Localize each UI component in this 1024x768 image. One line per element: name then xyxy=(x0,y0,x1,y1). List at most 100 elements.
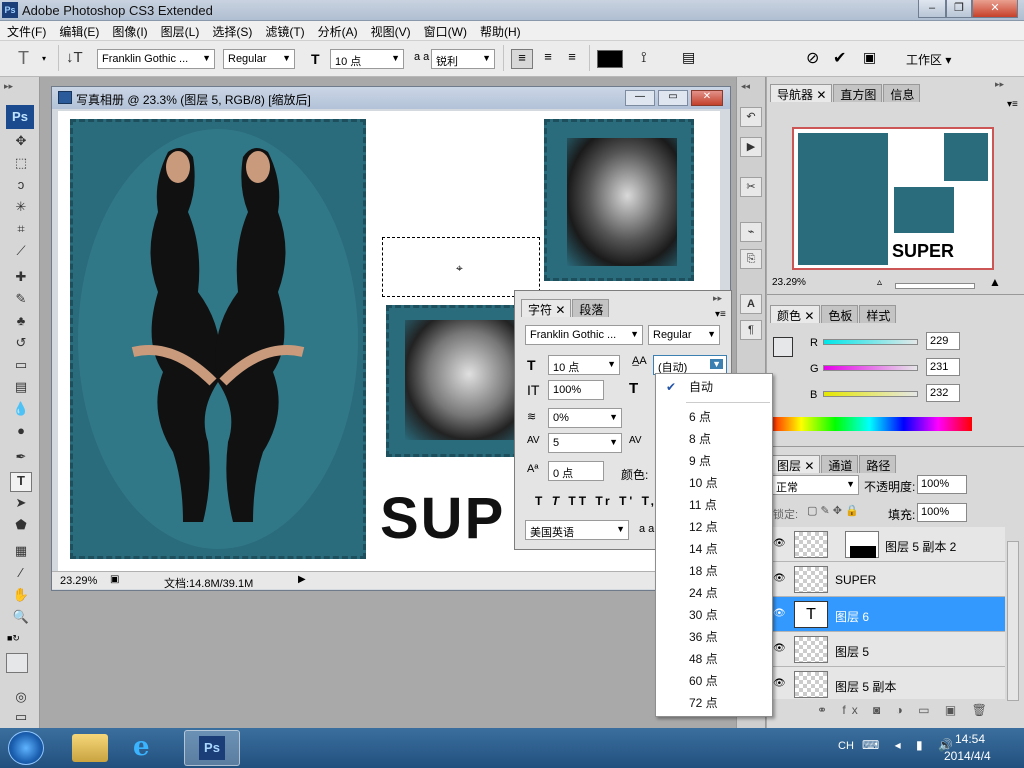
zoom-tool-icon[interactable]: 🔍 xyxy=(10,609,32,629)
tab-info[interactable]: 信息 xyxy=(883,84,921,102)
menu-item-size[interactable]: 12 点 xyxy=(656,516,772,538)
character-panel-icon[interactable]: A xyxy=(740,294,762,314)
blur-tool-icon[interactable]: 💧 xyxy=(10,401,32,421)
align-center-icon[interactable]: ≡ xyxy=(537,49,559,69)
default-colors-icon[interactable]: ■↻ xyxy=(7,633,20,644)
foreground-color-swatch[interactable] xyxy=(6,653,28,673)
char-font-style-select[interactable]: Regular ▼ xyxy=(648,325,720,345)
actions-panel-icon[interactable]: ▶ xyxy=(740,137,762,157)
menu-item-size[interactable]: 14 点 xyxy=(656,538,772,560)
doc-maximize-icon[interactable]: ▭ xyxy=(658,90,688,106)
eye-icon[interactable]: 👁 xyxy=(773,643,786,654)
bridge-icon[interactable]: ▣ xyxy=(863,49,876,66)
menu-item-size[interactable]: 8 点 xyxy=(656,428,772,450)
doc-zoom[interactable]: 23.29% xyxy=(60,575,97,587)
char-font-family-select[interactable]: Franklin Gothic ... ▼ xyxy=(525,325,643,345)
blend-mode-select[interactable]: 正常 ▼ xyxy=(771,475,859,495)
menu-file[interactable]: 文件(F) xyxy=(0,21,52,40)
layer-row[interactable]: 👁 T 图层 6 xyxy=(767,597,1005,632)
screen-mode-icon[interactable]: ▭ xyxy=(10,709,32,729)
paragraph-panel-icon[interactable]: ¶ xyxy=(740,320,762,340)
menu-analysis[interactable]: 分析(A) xyxy=(311,21,364,40)
lasso-tool-icon[interactable]: ↄ xyxy=(10,177,32,197)
layer-row[interactable]: 👁 图层 5 副本 xyxy=(767,667,1005,699)
input-b[interactable]: 232 xyxy=(926,384,960,402)
toggle-panels-icon[interactable]: ▤ xyxy=(682,49,695,66)
menu-item-size[interactable]: 24 点 xyxy=(656,582,772,604)
tool-presets-icon[interactable]: ✂ xyxy=(740,177,762,197)
menu-help[interactable]: 帮助(H) xyxy=(473,21,527,40)
zoom-slider[interactable] xyxy=(895,283,975,289)
zoom-in-icon[interactable]: ▲ xyxy=(989,275,1001,289)
hand-tool-icon[interactable]: ✋ xyxy=(10,587,32,607)
marquee-tool-icon[interactable]: ⬚ xyxy=(10,155,32,175)
status-menu-arrow-icon[interactable]: ▶ xyxy=(298,574,306,585)
menu-item-size[interactable]: 9 点 xyxy=(656,450,772,472)
panel-collapse-icon[interactable]: ▸▸ xyxy=(713,293,722,304)
close-icon[interactable]: ✕ xyxy=(972,0,1018,18)
tab-navigator[interactable]: 导航器 ✕ xyxy=(770,84,833,102)
font-style-select[interactable]: Regular ▼ xyxy=(223,49,295,69)
collapse-icon[interactable]: ▸▸ xyxy=(4,81,13,92)
cancel-icon[interactable]: ⊘ xyxy=(806,48,819,68)
tab-paths[interactable]: 路径 xyxy=(859,455,897,473)
type-tool-icon[interactable]: T xyxy=(10,472,32,492)
menu-item-size[interactable]: 72 点 xyxy=(656,692,772,714)
crop-tool-icon[interactable]: ⌗ xyxy=(10,221,32,241)
navigator-preview[interactable]: SUPER xyxy=(792,127,994,270)
tracking-select[interactable]: 5 ▼ xyxy=(548,433,622,453)
tab-histogram[interactable]: 直方图 xyxy=(833,84,883,102)
align-left-icon[interactable]: ≡ xyxy=(511,49,533,69)
chevron-down-icon[interactable]: ▾ xyxy=(42,54,46,63)
slice-tool-icon[interactable]: ⟋ xyxy=(10,243,32,263)
navigator-zoom[interactable]: 23.29% xyxy=(772,277,806,288)
brushes-panel-icon[interactable]: ⌁ xyxy=(740,222,762,242)
language-indicator[interactable]: CH xyxy=(838,740,854,752)
explorer-icon[interactable] xyxy=(72,734,108,762)
layer-row[interactable]: 👁 SUPER xyxy=(767,562,1005,597)
eye-icon[interactable]: 👁 xyxy=(773,608,786,619)
tracking-percent-select[interactable]: 0% ▼ xyxy=(548,408,622,428)
tab-character[interactable]: 字符 ✕ xyxy=(521,299,572,317)
doc-minimize-icon[interactable]: — xyxy=(625,90,655,106)
menu-image[interactable]: 图像(I) xyxy=(105,21,153,40)
antialias-select[interactable]: 锐利 ▼ xyxy=(431,49,495,69)
layer-row[interactable]: 👁 图层 5 副本 2 xyxy=(767,527,1005,562)
quick-mask-icon[interactable]: ◎ xyxy=(10,689,32,709)
menu-item-size[interactable]: 11 点 xyxy=(656,494,772,516)
ie-icon[interactable]: e xyxy=(133,732,150,762)
font-size-select[interactable]: 10 点 ▼ xyxy=(330,49,404,69)
menu-select[interactable]: 选择(S) xyxy=(205,21,258,40)
tab-paragraph[interactable]: 段落 xyxy=(572,299,610,317)
panel-collapse-icon[interactable]: ▸▸ xyxy=(995,79,1004,90)
menu-item-size[interactable]: 48 点 xyxy=(656,648,772,670)
menu-item-size[interactable]: 6 点 xyxy=(656,406,772,428)
menu-layer[interactable]: 图层(L) xyxy=(154,21,206,40)
slider-r[interactable] xyxy=(823,339,918,345)
tab-styles[interactable]: 样式 xyxy=(859,305,897,323)
collapse-icon[interactable]: ◂◂ xyxy=(741,81,750,92)
menu-edit[interactable]: 编辑(E) xyxy=(52,21,105,40)
menu-view[interactable]: 视图(V) xyxy=(364,21,417,40)
start-button[interactable] xyxy=(8,731,44,765)
fg-color-swatch[interactable] xyxy=(773,337,793,357)
path-selection-icon[interactable]: ➤ xyxy=(10,495,32,515)
layer-actions-icons[interactable]: ⚭ fx ◙ ◑ ▭ ▣ 🗑 xyxy=(817,703,993,717)
menu-item-size[interactable]: 36 点 xyxy=(656,626,772,648)
text-color-swatch[interactable] xyxy=(597,50,623,68)
vertical-scale-input[interactable]: 100% xyxy=(548,380,604,400)
menu-filter[interactable]: 滤镜(T) xyxy=(258,21,310,40)
panel-menu-icon[interactable]: ▾≡ xyxy=(1007,99,1018,110)
menu-item-auto[interactable]: ✔ 自动 xyxy=(656,376,772,398)
font-family-select[interactable]: Franklin Gothic ... ▼ xyxy=(97,49,215,69)
menu-item-size[interactable]: 18 点 xyxy=(656,560,772,582)
menu-item-size[interactable]: 30 点 xyxy=(656,604,772,626)
input-r[interactable]: 229 xyxy=(926,332,960,350)
gradient-tool-icon[interactable]: ▤ xyxy=(10,379,32,399)
layers-scrollbar[interactable] xyxy=(1007,541,1019,701)
char-font-size-select[interactable]: 10 点 ▼ xyxy=(548,355,620,375)
eyedropper-tool-icon[interactable]: ⁄ xyxy=(10,565,32,585)
leading-select[interactable]: (自动) ▼ xyxy=(653,355,727,375)
tab-layers[interactable]: 图层 ✕ xyxy=(770,455,821,473)
eraser-tool-icon[interactable]: ▭ xyxy=(10,357,32,377)
